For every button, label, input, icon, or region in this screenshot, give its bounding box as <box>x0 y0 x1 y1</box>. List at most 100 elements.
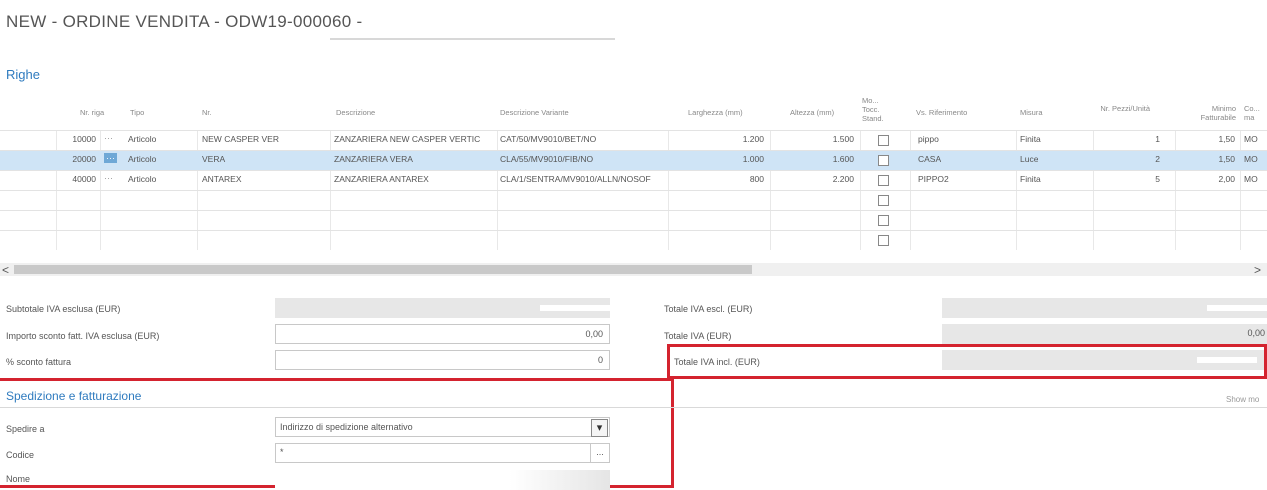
cell-nr-riga[interactable]: 20000 <box>56 154 96 164</box>
tocc-stand-checkbox[interactable] <box>878 155 889 166</box>
totale-iva-field: 0,00 <box>942 324 1267 344</box>
cell-nr[interactable]: ANTAREX <box>202 174 328 184</box>
cell-larghezza[interactable]: 1.200 <box>700 134 764 144</box>
tocc-stand-checkbox[interactable] <box>878 215 889 226</box>
scroll-right-arrow-icon[interactable]: > <box>1254 263 1261 277</box>
page-title: NEW - ORDINE VENDITA - ODW19-000060 - <box>6 12 363 31</box>
cell-nr[interactable]: VERA <box>202 154 328 164</box>
cell-altezza[interactable]: 1.500 <box>790 134 854 144</box>
header-larghezza[interactable]: Larghezza (mm) <box>688 108 743 117</box>
codice-input[interactable]: * ... <box>275 443 610 463</box>
codice-value: * <box>280 447 284 457</box>
cell-larghezza[interactable]: 800 <box>700 174 764 184</box>
spedire-a-label: Spedire a <box>6 424 45 434</box>
cell-misura[interactable]: Luce <box>1020 154 1038 164</box>
row-menu-dots[interactable]: ··· <box>104 133 113 143</box>
codice-lookup-button[interactable]: ... <box>590 444 609 462</box>
sconto-fattura-value: 0 <box>597 355 603 365</box>
header-tipo[interactable]: Tipo <box>130 108 144 117</box>
cell-descrizione[interactable]: ZANZARIERA ANTAREX <box>334 174 496 184</box>
importo-sconto-label: Importo sconto fatt. IVA esclusa (EUR) <box>6 331 160 341</box>
sconto-fattura-label: % sconto fattura <box>6 357 72 367</box>
header-vs-riferimento[interactable]: Vs. Riferimento <box>916 108 967 117</box>
redacted-value <box>540 305 610 311</box>
totale-iva-value: 0,00 <box>1247 328 1265 338</box>
empty-row[interactable] <box>0 190 1267 210</box>
cell-nr-pezzi[interactable]: 2 <box>1120 154 1160 164</box>
tocc-stand-checkbox[interactable] <box>878 135 889 146</box>
cell-larghezza[interactable]: 1.000 <box>700 154 764 164</box>
cell-nr-riga[interactable]: 10000 <box>56 134 96 144</box>
horizontal-scrollbar[interactable]: < > <box>0 263 1267 277</box>
header-minimo-fatturabile[interactable]: Minimo Fatturabile <box>1186 104 1236 122</box>
cell-tipo[interactable]: Articolo <box>128 174 156 184</box>
tocc-stand-checkbox[interactable] <box>878 195 889 206</box>
cell-vs-riferimento[interactable]: PIPPO2 <box>918 174 949 184</box>
totale-iva-escl-field <box>942 298 1267 318</box>
chevron-down-icon[interactable]: ▾ <box>591 419 608 437</box>
header-nr-riga[interactable]: Nr. riga <box>80 108 104 117</box>
codice-label: Codice <box>6 450 35 460</box>
cell-co[interactable]: MO <box>1244 134 1258 144</box>
cell-minimo[interactable]: 1,50 <box>1195 134 1235 144</box>
cell-descrizione[interactable]: ZANZARIERA NEW CASPER VERTIC <box>334 134 496 144</box>
header-misura[interactable]: Misura <box>1020 108 1043 117</box>
spedire-a-select[interactable]: Indirizzo di spedizione alternativo ▾ <box>275 417 610 437</box>
cell-vs-riferimento[interactable]: CASA <box>918 154 941 164</box>
totale-iva-escl-label: Totale IVA escl. (EUR) <box>664 304 753 314</box>
row-menu-dots[interactable]: ··· <box>104 173 113 183</box>
empty-row[interactable] <box>0 210 1267 230</box>
cell-co[interactable]: MO <box>1244 154 1258 164</box>
cell-nr-pezzi[interactable]: 5 <box>1120 174 1160 184</box>
cell-co[interactable]: MO <box>1244 174 1258 184</box>
header-nr-pezzi-unita[interactable]: Nr. Pezzi/Unità <box>1100 104 1150 113</box>
title-underline <box>330 38 615 40</box>
cell-descrizione[interactable]: ZANZARIERA VERA <box>334 154 496 164</box>
cell-nr[interactable]: NEW CASPER VER <box>202 134 328 144</box>
header-nr[interactable]: Nr. <box>202 108 212 117</box>
header-altezza[interactable]: Altezza (mm) <box>790 108 834 117</box>
cell-altezza[interactable]: 2.200 <box>790 174 854 184</box>
importo-sconto-input[interactable]: 0,00 <box>275 324 610 344</box>
section-spedizione-title[interactable]: Spedizione e fatturazione <box>6 389 141 403</box>
section-divider <box>0 407 1267 408</box>
table-row[interactable]: 40000 ··· Articolo ANTAREX ZANZARIERA AN… <box>0 170 1267 190</box>
cell-misura[interactable]: Finita <box>1020 174 1041 184</box>
cell-minimo[interactable]: 2,00 <box>1195 174 1235 184</box>
cell-tipo[interactable]: Articolo <box>128 154 156 164</box>
cell-descrizione-variante[interactable]: CLA/1/SENTRA/MV9010/ALLN/NOSOF <box>500 174 666 184</box>
cell-vs-riferimento[interactable]: pippo <box>918 134 939 144</box>
section-righe-label[interactable]: Righe <box>6 67 40 82</box>
subtotale-field <box>275 298 610 318</box>
nome-label: Nome <box>6 474 31 484</box>
tocc-stand-checkbox[interactable] <box>878 235 889 246</box>
grid-header: Nr. riga Tipo Nr. Descrizione Descrizion… <box>0 90 1267 130</box>
totale-iva-label: Totale IVA (EUR) <box>664 331 732 341</box>
sconto-fattura-input[interactable]: 0 <box>275 350 610 370</box>
scrollbar-thumb[interactable] <box>14 265 752 274</box>
subtotale-label: Subtotale IVA esclusa (EUR) <box>6 304 121 314</box>
table-row[interactable]: 10000 ··· Articolo NEW CASPER VER ZANZAR… <box>0 130 1267 150</box>
row-menu-dots[interactable]: ··· <box>104 153 117 163</box>
cell-nr-pezzi[interactable]: 1 <box>1120 134 1160 144</box>
importo-sconto-value: 0,00 <box>585 329 603 339</box>
cell-minimo[interactable]: 1,50 <box>1195 154 1235 164</box>
header-descrizione[interactable]: Descrizione <box>336 108 375 117</box>
tocc-stand-checkbox[interactable] <box>878 175 889 186</box>
table-row[interactable]: 20000 ··· Articolo VERA ZANZARIERA VERA … <box>0 150 1267 170</box>
nome-field[interactable] <box>275 470 610 490</box>
cell-tipo[interactable]: Articolo <box>128 134 156 144</box>
spedire-a-value: Indirizzo di spedizione alternativo <box>280 422 413 432</box>
cell-altezza[interactable]: 1.600 <box>790 154 854 164</box>
header-co-ma[interactable]: Co... ma <box>1244 104 1266 122</box>
cell-descrizione-variante[interactable]: CAT/50/MV9010/BET/NO <box>500 134 666 144</box>
cell-descrizione-variante[interactable]: CLA/55/MV9010/FIB/NO <box>500 154 666 164</box>
header-descrizione-variante[interactable]: Descrizione Variante <box>500 108 569 117</box>
scroll-left-arrow-icon[interactable]: < <box>2 263 9 277</box>
cell-misura[interactable]: Finita <box>1020 134 1041 144</box>
empty-row[interactable] <box>0 230 1267 250</box>
show-more-link[interactable]: Show mo <box>1226 395 1259 404</box>
cell-nr-riga[interactable]: 40000 <box>56 174 96 184</box>
highlight-totale-incl <box>667 344 1267 379</box>
header-mo-tocc-stand[interactable]: Mo... Tocc. Stand. <box>862 96 884 123</box>
